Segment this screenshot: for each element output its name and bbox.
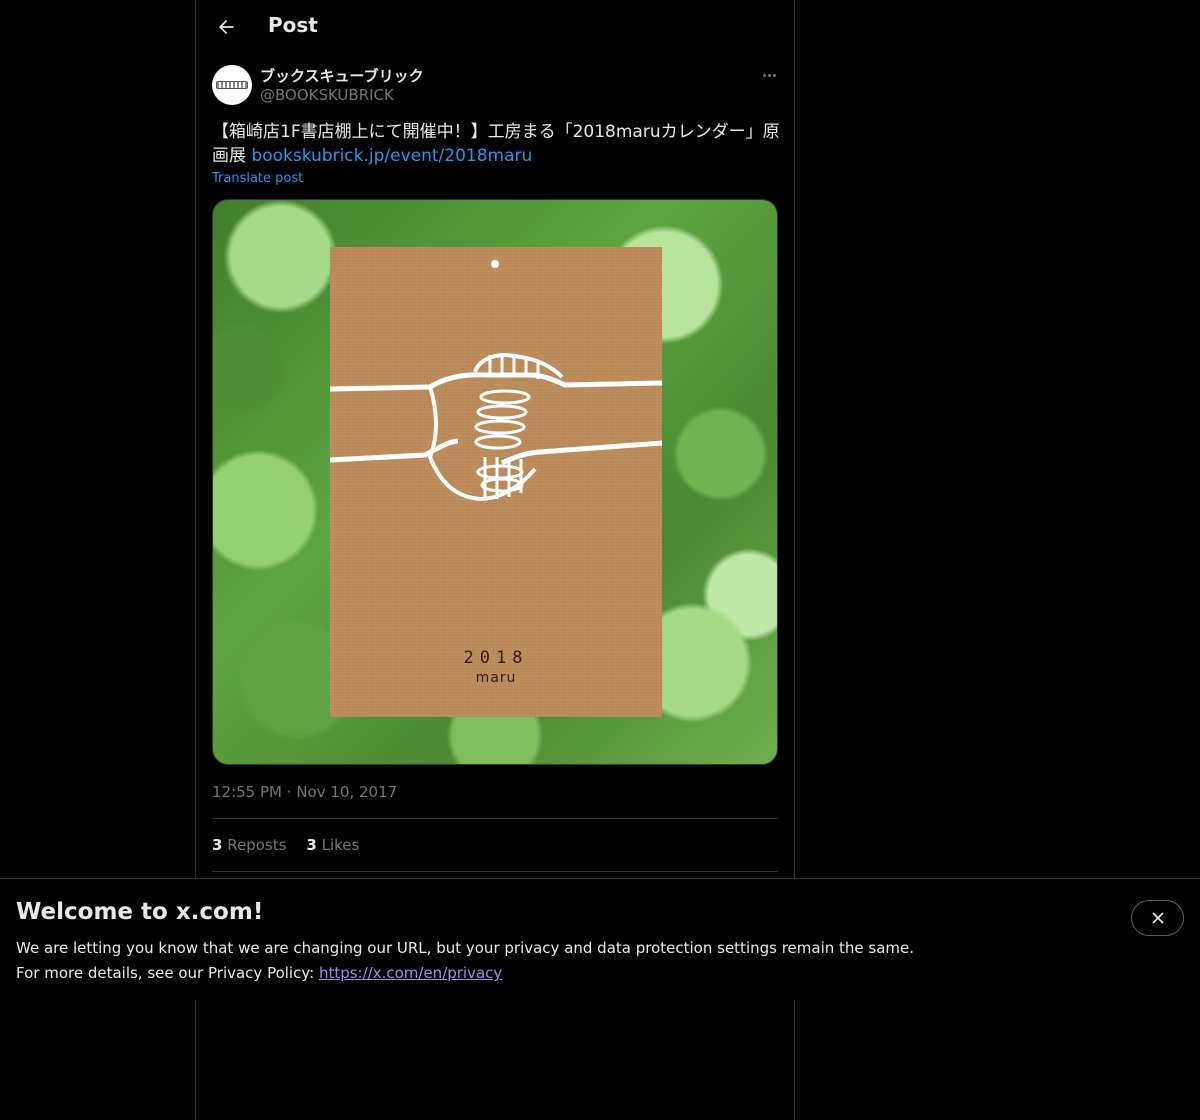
banner-title: Welcome to x.com! [16,899,264,925]
avatar-logo [216,81,248,89]
timestamp-separator: · [286,783,292,801]
close-icon [1151,912,1164,924]
banner-line-2: For more details, see our Privacy Policy… [16,961,914,986]
more-dot-icon [767,73,771,77]
likes-stat[interactable]: 3 Likes [306,836,359,854]
banner-line-2-prefix: For more details, see our Privacy Policy… [16,964,319,982]
more-dot-icon [772,73,776,77]
likes-count: 3 [306,836,317,854]
avatar[interactable] [212,65,252,105]
arrow-left-icon [219,19,234,35]
post-time[interactable]: 12:55 PM [212,783,282,801]
banner-line-1: We are letting you know that we are chan… [16,939,915,957]
close-banner-button[interactable] [1131,900,1184,936]
calendar-brand: maru [475,670,517,686]
privacy-policy-link[interactable]: https://x.com/en/privacy [319,964,502,982]
reposts-label: Reposts [227,836,287,854]
more-dot-icon [762,73,766,77]
translate-post-link[interactable]: Translate post [212,171,303,186]
divider [212,871,778,872]
banner-message: We are letting you know that we are chan… [16,936,914,986]
author-handle[interactable]: @BOOKSKUBRICK [260,86,394,104]
likes-label: Likes [321,836,360,854]
post-image[interactable]: 2018 maru [212,199,778,765]
post-text: 【箱崎店1F書店棚上にて開催中！】工房まる「2018maruカレンダー」原画展 … [212,120,780,168]
welcome-banner: Welcome to x.com! We are letting you kno… [0,878,1200,1000]
calendar-year: 2018 [463,648,529,668]
more-options-button[interactable] [756,64,782,86]
calendar-card: 2018 maru [330,247,662,717]
reposts-count: 3 [212,836,223,854]
reposts-stat[interactable]: 3 Reposts [212,836,286,854]
handshake-illustration [330,353,662,502]
post-header: Post [196,0,794,54]
post-link[interactable]: bookskubrick.jp/event/2018maru [251,146,532,166]
engagement-stats: 3 Reposts 3 Likes [212,836,359,854]
divider [212,818,778,819]
post-date[interactable]: Nov 10, 2017 [296,783,397,801]
page-title: Post [268,13,318,37]
post-timestamp: 12:55 PM · Nov 10, 2017 [212,783,397,801]
back-button[interactable] [208,9,244,45]
author-display-name[interactable]: ブックスキューブリック [260,65,424,86]
